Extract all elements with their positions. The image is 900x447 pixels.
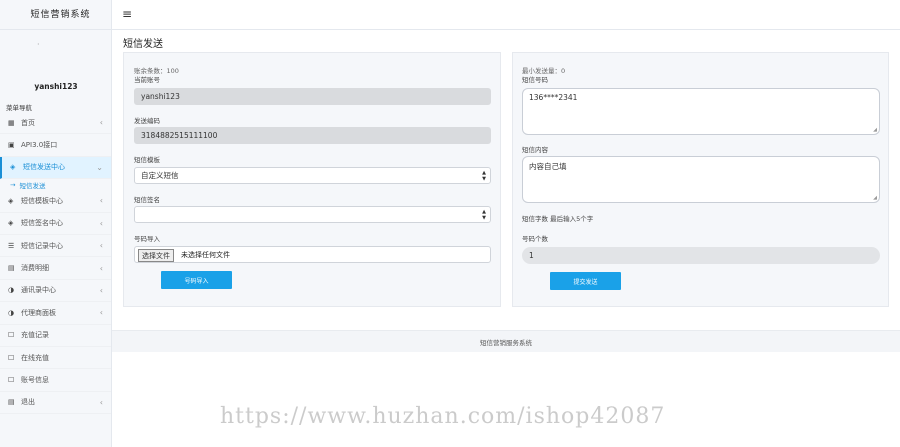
sidebar-item-label: 首页 (21, 118, 35, 127)
contrast-icon: ◑ (8, 308, 15, 317)
avatar[interactable]: · (37, 40, 40, 49)
template-label: 短信模板 (134, 156, 160, 164)
sidebar-item-api[interactable]: ▣ API3.0接口 (0, 134, 111, 157)
page-title: 短信发送 (123, 39, 163, 50)
file-input[interactable]: 选择文件 未选择任何文件 (134, 246, 491, 263)
send-button[interactable]: 提交发送 (550, 272, 621, 290)
resize-handle-icon[interactable]: ◢ (873, 195, 877, 201)
choose-file-button[interactable]: 选择文件 (138, 249, 174, 262)
content-textarea[interactable]: 内容自己填 ◢ (522, 156, 880, 203)
sidebar-subitem-label: 短信发送 (19, 181, 46, 190)
select-arrow-icon: ▲ ▼ (482, 169, 486, 182)
import-button[interactable]: 号码导入 (161, 271, 232, 289)
sidebar-item-label: 短信模板中心 (21, 196, 63, 205)
sidebar-item-online-recharge[interactable]: ☐ 在线充值 (0, 347, 111, 370)
sidebar-item-label: 账号信息 (21, 375, 49, 384)
signature-label: 短信签名 (134, 196, 160, 204)
account-label: 当前账号 (134, 76, 160, 84)
sidebar-item-label: API3.0接口 (21, 141, 58, 150)
sidebar-item-contacts[interactable]: ◑ 通讯录中心 ‹ (0, 280, 111, 303)
contrast-icon: ◑ (8, 286, 15, 295)
chevron-left-icon: ‹ (99, 241, 103, 251)
select-arrow-icon: ▲ ▼ (482, 208, 486, 221)
menu-title: 菜单导航 (6, 104, 32, 112)
username: yanshi123 (34, 82, 78, 91)
user-panel: · yanshi123 (0, 30, 111, 98)
chevron-down-icon: ⌄ (96, 162, 103, 172)
layers-icon: ◈ (8, 219, 14, 228)
account-field: yanshi123 (134, 88, 491, 105)
sidebar-subitem-send[interactable]: → 短信发送 (0, 179, 111, 190)
sidebar-item-records[interactable]: ☰ 短信记录中心 ‹ (0, 235, 111, 258)
number-count-label: 号码个数 (522, 235, 548, 243)
sidebar-item-account[interactable]: ☐ 账号信息 (0, 369, 111, 392)
sidebar-item-label: 短信签名中心 (21, 219, 63, 228)
sidebar-item-signature[interactable]: ◈ 短信签名中心 ‹ (0, 213, 111, 235)
sidebar-item-label: 退出 (21, 398, 35, 407)
signature-select[interactable]: ▲ ▼ (134, 206, 491, 223)
calendar-icon: ☐ (8, 375, 15, 384)
chevron-left-icon: ‹ (99, 218, 103, 228)
layers-icon: ◈ (8, 196, 14, 205)
sidebar-item-agent[interactable]: ◑ 代理商面板 ‹ (0, 302, 111, 325)
sidebar: 短信营销系统 · yanshi123 菜单导航 ▦ 首页 ‹ ▣ API3.0接… (0, 0, 112, 447)
content-value: 内容自己填 (529, 162, 567, 171)
code-field: 3184882515111100 (134, 127, 491, 144)
phone-label: 短信号码 (522, 76, 548, 84)
calendar-icon: ☐ (8, 353, 15, 362)
table-icon: ▤ (8, 398, 15, 407)
chevron-left-icon: ‹ (99, 118, 103, 128)
sidebar-item-label: 短信发送中心 (23, 163, 65, 172)
sidebar-item-consumption[interactable]: ▤ 消费明细 ‹ (0, 257, 111, 280)
sidebar-item-label: 通讯录中心 (21, 286, 56, 295)
file-status: 未选择任何文件 (181, 251, 230, 259)
char-count: 短信字数 最后输入5个字 (522, 215, 594, 223)
watermark: https://www.huzhan.com/ishop42087 (220, 404, 666, 429)
layers-icon: ◈ (10, 163, 16, 172)
calendar-icon: ☐ (8, 331, 15, 340)
footer: 短信营销服务系统 (112, 330, 900, 352)
top-bar: ≡ (112, 0, 900, 30)
arrow-right-icon: → (10, 180, 16, 189)
sidebar-item-template[interactable]: ◈ 短信模板中心 ‹ (0, 190, 111, 213)
sidebar-item-label: 消费明细 (21, 264, 49, 273)
sidebar-item-logout[interactable]: ▤ 退出 ‹ (0, 392, 111, 415)
number-count-field: 1 (522, 247, 880, 264)
table-icon: ▤ (8, 264, 15, 273)
phone-value: 136****2341 (529, 93, 578, 102)
app-title: 短信营销系统 (0, 0, 111, 30)
chevron-left-icon: ‹ (99, 196, 103, 206)
content-label: 短信内容 (522, 146, 548, 154)
chevron-left-icon: ‹ (99, 285, 103, 295)
sidebar-item-label: 充值记录 (21, 331, 49, 340)
api-icon: ▣ (8, 141, 15, 150)
send-form-panel: 账余条数：100 当前账号 yanshi123 发送编码 31848825151… (123, 52, 501, 307)
message-panel: 最小发送量：0 短信号码 136****2341 ◢ 短信内容 内容自己填 ◢ … (512, 52, 889, 307)
dashboard-icon: ▦ (8, 118, 15, 127)
chevron-left-icon: ‹ (99, 308, 103, 318)
template-select[interactable]: 自定义短信 ▲ ▼ (134, 167, 491, 184)
list-icon: ☰ (8, 241, 15, 250)
chevron-left-icon: ‹ (99, 263, 103, 273)
sidebar-item-label: 在线充值 (21, 353, 49, 362)
code-label: 发送编码 (134, 117, 160, 125)
import-label: 号码导入 (134, 235, 160, 243)
sidebar-item-label: 短信记录中心 (21, 241, 63, 250)
sidebar-item-home[interactable]: ▦ 首页 ‹ (0, 112, 111, 135)
chevron-left-icon: ‹ (99, 397, 103, 407)
menu-toggle-icon[interactable]: ≡ (122, 7, 132, 21)
resize-handle-icon[interactable]: ◢ (873, 127, 877, 133)
sidebar-item-recharge-records[interactable]: ☐ 充值记录 (0, 325, 111, 347)
sidebar-item-send-center[interactable]: ◈ 短信发送中心 ⌄ (0, 156, 111, 180)
sidebar-item-label: 代理商面板 (21, 308, 56, 317)
phone-textarea[interactable]: 136****2341 ◢ (522, 88, 880, 135)
template-select-value: 自定义短信 (141, 171, 179, 180)
